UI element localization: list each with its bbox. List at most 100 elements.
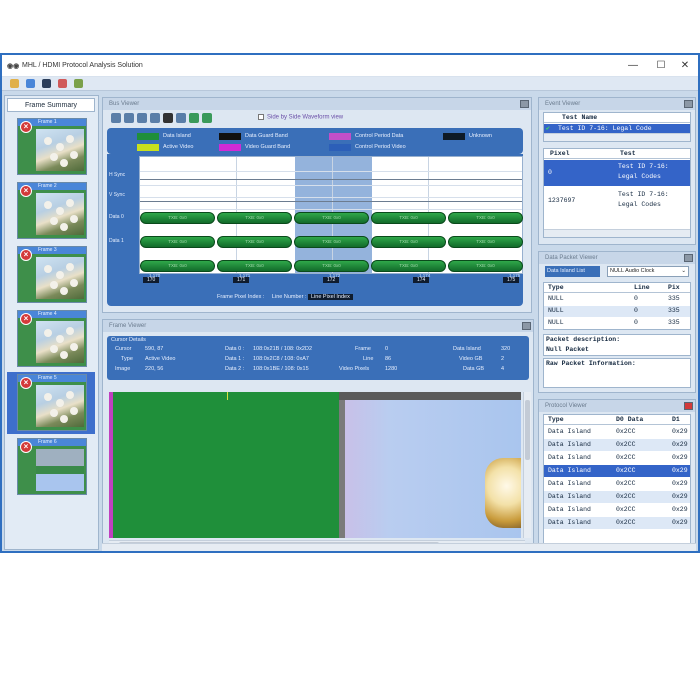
frame-thumbnail-label: Frame 6 bbox=[38, 439, 57, 445]
side-by-side-checkbox[interactable]: Side by Side Waveform view bbox=[258, 114, 378, 121]
frame-thumbnail[interactable]: Frame 1 × bbox=[7, 116, 95, 178]
data-pill[interactable]: TXB: 0x0 bbox=[371, 236, 446, 248]
packet-row[interactable]: NULL 0 335 bbox=[544, 318, 690, 329]
remove-frame-icon[interactable]: × bbox=[20, 313, 32, 325]
data-pill[interactable]: TXB: 0x0 bbox=[217, 260, 292, 272]
minimize-button[interactable]: — bbox=[622, 58, 644, 74]
protocol-row[interactable]: Data Island 0x2CC 0x29 bbox=[544, 517, 690, 529]
legend-swatch bbox=[137, 144, 159, 151]
frame-value: 0 bbox=[385, 346, 389, 352]
frame-thumbnail[interactable]: Frame 3 × bbox=[7, 244, 95, 306]
data-pill[interactable]: TXB: 0x0 bbox=[294, 212, 369, 224]
data-pill[interactable]: TXB: 0x0 bbox=[217, 212, 292, 224]
remove-frame-icon[interactable]: × bbox=[20, 185, 32, 197]
pointer-icon[interactable] bbox=[150, 113, 160, 123]
protocol-d0: 0x2CC bbox=[616, 441, 636, 448]
data-pill[interactable]: TXB: 0x0 bbox=[448, 212, 523, 224]
event-row[interactable]: 0 Test ID 7-16: Legal Codes bbox=[544, 160, 690, 186]
line-pixel-index-label[interactable]: Line Pixel Index bbox=[308, 294, 353, 300]
protocol-row[interactable]: Data Island 0x2CC 0x29 bbox=[544, 504, 690, 516]
flower-image bbox=[36, 257, 84, 299]
frame-thumbnail[interactable]: Frame 5 × bbox=[7, 372, 95, 434]
data-pill[interactable]: TXB: 0x0 bbox=[294, 236, 369, 248]
pixel-index: 1,171 171 bbox=[229, 273, 250, 283]
app-window: ◉◉ MHL / HDMI Protocol Analysis Solution… bbox=[0, 53, 700, 553]
data-pill[interactable]: TXB: 0x0 bbox=[140, 236, 215, 248]
remove-frame-icon[interactable]: × bbox=[20, 121, 32, 133]
record-icon[interactable] bbox=[58, 79, 67, 88]
test-name-hscroll[interactable] bbox=[544, 133, 690, 141]
protocol-row[interactable]: Data Island 0x2CC 0x29 bbox=[544, 426, 690, 438]
packet-pix: 335 bbox=[668, 319, 680, 326]
frame-thumbnail[interactable]: Frame 2 × bbox=[7, 180, 95, 242]
protocol-viewer-close-button[interactable] bbox=[684, 402, 693, 410]
frame-thumbnail[interactable]: Frame 4 × bbox=[7, 308, 95, 370]
col-protocol-type: Type bbox=[548, 416, 564, 423]
grid-icon[interactable] bbox=[189, 113, 199, 123]
frame-vertical-scrollbar[interactable] bbox=[523, 392, 531, 538]
frame-vscroll-thumb[interactable] bbox=[525, 400, 530, 460]
packet-row[interactable]: NULL 0 335 bbox=[544, 306, 690, 317]
pixel-index: 1,174 174 bbox=[409, 273, 430, 283]
frame-thumbnail-label: Frame 1 bbox=[38, 119, 57, 125]
event-hscroll[interactable] bbox=[544, 229, 690, 237]
data-island-region bbox=[113, 392, 339, 538]
protocol-row[interactable]: Data Island 0x2CC 0x29 bbox=[544, 439, 690, 451]
frame-thumbnail[interactable]: Frame 6 × bbox=[7, 436, 95, 498]
packet-pix: 335 bbox=[668, 295, 680, 302]
marker-icon[interactable] bbox=[163, 113, 173, 123]
pan-icon[interactable] bbox=[137, 113, 147, 123]
data-island-dropdown[interactable]: NULL Audio Clock ⌄ bbox=[607, 266, 689, 277]
frame-thumbnail-image: Frame 3 × bbox=[17, 246, 87, 303]
protocol-d1: 0x29 bbox=[672, 506, 688, 513]
data-pill[interactable]: TXB: 0x0 bbox=[371, 212, 446, 224]
data-packet-close-button[interactable] bbox=[684, 254, 693, 262]
signal-label-vsync: V Sync bbox=[109, 192, 125, 198]
remove-frame-icon[interactable]: × bbox=[20, 377, 32, 389]
open-file-icon[interactable] bbox=[10, 79, 19, 88]
close-window-button[interactable]: ✕ bbox=[674, 58, 696, 74]
settings-icon[interactable] bbox=[74, 79, 83, 88]
bus-viewer-close-button[interactable] bbox=[520, 100, 529, 108]
capture-icon[interactable] bbox=[26, 79, 35, 88]
main-horizontal-scrollbar[interactable] bbox=[102, 543, 696, 551]
data-pill[interactable]: TXB: 0x0 bbox=[294, 260, 369, 272]
data-island-list-label: Data Island List bbox=[545, 266, 600, 277]
data-pill[interactable]: TXB: 0x0 bbox=[448, 236, 523, 248]
protocol-row[interactable]: Data Island 0x2CC 0x29 bbox=[544, 465, 690, 477]
remove-frame-icon[interactable]: × bbox=[20, 249, 32, 261]
protocol-row[interactable]: Data Island 0x2CC 0x29 bbox=[544, 452, 690, 464]
data-pill[interactable]: TXB: 0x0 bbox=[371, 260, 446, 272]
data-pill[interactable]: TXB: 0x0 bbox=[140, 260, 215, 272]
pixel-index-tick: 1,175 bbox=[509, 273, 521, 278]
event-row[interactable]: 1237697 Test ID 7-16: Legal Codes bbox=[544, 188, 690, 214]
zoom-in-icon[interactable] bbox=[111, 113, 121, 123]
data-gb-value: 4 bbox=[501, 366, 505, 372]
data-pill[interactable]: TXB: 0x0 bbox=[217, 236, 292, 248]
line-value: 86 bbox=[385, 356, 392, 362]
packet-row[interactable]: NULL 0 335 bbox=[544, 294, 690, 305]
view-icon[interactable] bbox=[176, 113, 186, 123]
data-pill[interactable]: TXB: 0x0 bbox=[448, 260, 523, 272]
blossom-shape bbox=[70, 407, 78, 415]
frame-viewer-close-button[interactable] bbox=[522, 322, 531, 330]
camera-icon[interactable] bbox=[42, 79, 51, 88]
maximize-button[interactable]: ☐ bbox=[650, 58, 672, 74]
flower-image bbox=[36, 129, 84, 171]
cursor-details-box: Cursor Details Cursor 590, 87 Type Activ… bbox=[107, 336, 529, 380]
event-viewer-close-button[interactable] bbox=[684, 100, 693, 108]
zoom-out-icon[interactable] bbox=[124, 113, 134, 123]
legend-swatch bbox=[329, 144, 351, 151]
frame-image-canvas[interactable] bbox=[109, 392, 521, 538]
data-pill[interactable]: TXB: 0x0 bbox=[140, 212, 215, 224]
tab-frame-summary[interactable]: Frame Summary bbox=[7, 98, 95, 112]
line-label: Line bbox=[363, 356, 374, 362]
packet-description-label: Packet description: bbox=[546, 336, 621, 343]
split-icon[interactable] bbox=[202, 113, 212, 123]
remove-frame-icon[interactable]: × bbox=[20, 441, 32, 453]
col-type: Type bbox=[548, 284, 564, 291]
blossom-shape bbox=[60, 223, 68, 231]
col-d1: D1 bbox=[672, 416, 680, 423]
protocol-row[interactable]: Data Island 0x2CC 0x29 bbox=[544, 478, 690, 490]
protocol-row[interactable]: Data Island 0x2CC 0x29 bbox=[544, 491, 690, 503]
